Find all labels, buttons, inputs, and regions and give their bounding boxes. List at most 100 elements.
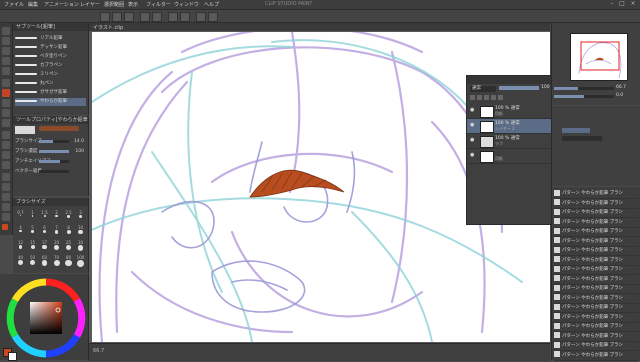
brush-size-option[interactable]: 40: [16, 255, 25, 267]
property-button[interactable]: [562, 128, 590, 133]
material-item[interactable]: パターン やわらか鉛筆 ブラシ: [554, 332, 639, 342]
brush-item[interactable]: カブラペン: [15, 62, 86, 70]
layer-row[interactable]: ● 100 % 通常 用紙: [467, 104, 551, 119]
brush-size-option[interactable]: 8: [64, 225, 73, 237]
menu-window[interactable]: ウィンドウ: [174, 1, 199, 8]
clear-button[interactable]: [168, 12, 178, 22]
lasso-tool-icon[interactable]: [2, 57, 10, 65]
menu-edit[interactable]: 編集: [28, 1, 38, 8]
eye-icon[interactable]: ●: [470, 138, 475, 143]
property-slider[interactable]: [39, 160, 69, 163]
property-row[interactable]: ブラシ濃度 100: [15, 148, 86, 155]
rotate-slider[interactable]: [554, 95, 614, 98]
select-all-button[interactable]: [208, 12, 218, 22]
main-color-swatch[interactable]: [2, 224, 8, 230]
property-field[interactable]: [562, 136, 602, 141]
brush-size-option[interactable]: 25: [64, 240, 73, 252]
ruler-tool-icon[interactable]: [2, 193, 10, 201]
fill-tool-icon[interactable]: [2, 151, 10, 159]
eraser-tool-icon[interactable]: [2, 131, 10, 139]
brush-size-option[interactable]: 50: [28, 255, 37, 267]
move-tool-icon[interactable]: [2, 37, 10, 45]
material-item[interactable]: パターン やわらか鉛筆 ブラシ: [554, 294, 639, 304]
open-file-button[interactable]: [112, 12, 122, 22]
blend-mode-select[interactable]: 通常: [470, 86, 496, 92]
balloon-tool-icon[interactable]: [2, 213, 10, 221]
brush-size-option[interactable]: 30: [76, 240, 85, 252]
menu-view[interactable]: 表示: [128, 1, 138, 8]
brush-size-option[interactable]: 3: [76, 210, 85, 222]
property-slider[interactable]: [39, 140, 69, 143]
brush-size-option[interactable]: 4: [16, 225, 25, 237]
navigator-preview[interactable]: [570, 33, 628, 81]
brush-size-option[interactable]: 0.7: [16, 210, 25, 222]
property-slider[interactable]: [39, 170, 69, 173]
opacity-slider[interactable]: [499, 86, 539, 90]
pencil-tool-icon[interactable]: [2, 89, 10, 97]
decoration-tool-icon[interactable]: [2, 119, 10, 127]
brush-size-option[interactable]: 20: [52, 240, 61, 252]
layer-row[interactable]: ● 100 % 通常 ラフ: [467, 134, 551, 149]
brush-size-option[interactable]: 6: [40, 225, 49, 237]
blend-tool-icon[interactable]: [2, 141, 10, 149]
brush-item[interactable]: デッサン鉛筆: [15, 44, 86, 52]
eye-icon[interactable]: ●: [470, 123, 475, 128]
reference-icon[interactable]: [484, 95, 489, 100]
brush-size-option[interactable]: 12: [16, 240, 25, 252]
brush-tool-icon[interactable]: [2, 99, 10, 107]
figure-tool-icon[interactable]: [2, 173, 10, 181]
new-layer-icon[interactable]: [491, 95, 496, 100]
canvas-tab[interactable]: イラスト.clip: [89, 23, 550, 31]
menu-layer[interactable]: レイヤー: [80, 1, 100, 8]
brush-item[interactable]: ベタ塗りペン: [15, 53, 86, 61]
material-item[interactable]: パターン やわらか鉛筆 ブラシ: [554, 284, 639, 294]
brush-size-option[interactable]: 15: [28, 240, 37, 252]
brush-size-option[interactable]: 60: [40, 255, 49, 267]
airbrush-tool-icon[interactable]: [2, 109, 10, 117]
new-file-button[interactable]: [100, 12, 110, 22]
material-item[interactable]: パターン やわらか鉛筆 ブラシ: [554, 199, 639, 209]
brush-size-option[interactable]: 10: [76, 225, 85, 237]
menu-help[interactable]: ヘルプ: [204, 1, 219, 8]
brush-item[interactable]: リアル鉛筆: [15, 35, 86, 43]
brush-size-option[interactable]: 1.5: [40, 210, 49, 222]
material-item[interactable]: パターン やわらか鉛筆 ブラシ: [554, 246, 639, 256]
brush-item[interactable]: 丸ペン: [15, 80, 86, 88]
brush-size-option[interactable]: 2.5: [64, 210, 73, 222]
close-icon[interactable]: ×: [629, 1, 637, 7]
eye-icon[interactable]: ●: [470, 153, 475, 158]
maximize-icon[interactable]: □: [618, 1, 626, 7]
property-row[interactable]: ブラシサイズ 14.0: [15, 138, 86, 145]
property-row[interactable]: アンチエイリアス: [15, 158, 86, 165]
pen-tool-icon[interactable]: [2, 79, 10, 87]
brush-size-option[interactable]: 70: [52, 255, 61, 267]
property-slider[interactable]: [39, 150, 69, 153]
frame-tool-icon[interactable]: [2, 183, 10, 191]
material-item[interactable]: パターン やわらか鉛筆 ブラシ: [554, 189, 639, 199]
material-item[interactable]: パターン やわらか鉛筆 ブラシ: [554, 303, 639, 313]
layer-row[interactable]: ● 用紙: [467, 149, 551, 164]
zoom-tool-icon[interactable]: [2, 27, 10, 35]
material-item[interactable]: パターン やわらか鉛筆 ブラシ: [554, 265, 639, 275]
material-item[interactable]: パターン やわらか鉛筆 ブラシ: [554, 256, 639, 266]
transform-button[interactable]: [180, 12, 190, 22]
color-wheel[interactable]: [0, 274, 88, 360]
brush-item[interactable]: ガサガサ鉛筆: [15, 89, 86, 97]
property-row[interactable]: ベクター吸着: [15, 168, 86, 175]
undo-button[interactable]: [140, 12, 150, 22]
menu-filter[interactable]: フィルター: [146, 1, 171, 8]
menu-file[interactable]: ファイル: [4, 1, 24, 8]
gradient-tool-icon[interactable]: [2, 161, 10, 169]
material-item[interactable]: パターン やわらか鉛筆 ブラシ: [554, 218, 639, 228]
eye-icon[interactable]: ●: [470, 108, 475, 113]
material-item[interactable]: パターン やわらか鉛筆 ブラシ: [554, 351, 639, 361]
brush-item[interactable]: ミリペン: [15, 71, 86, 79]
delete-layer-icon[interactable]: [498, 95, 503, 100]
brush-size-option[interactable]: 100: [76, 255, 85, 267]
redo-button[interactable]: [152, 12, 162, 22]
save-button[interactable]: [124, 12, 134, 22]
material-item[interactable]: パターン やわらか鉛筆 ブラシ: [554, 275, 639, 285]
brush-size-option[interactable]: 7: [52, 225, 61, 237]
brush-size-option[interactable]: 1: [28, 210, 37, 222]
layer-row-selected[interactable]: ● 100 % 通常 レイヤー 2: [467, 119, 551, 134]
